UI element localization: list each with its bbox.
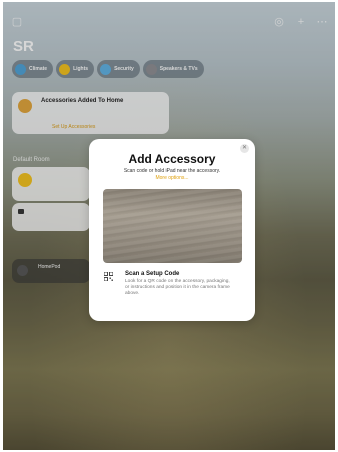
sheet-subtitle: Scan code or hold iPad near the accessor… <box>123 168 221 174</box>
camera-viewfinder <box>103 189 242 263</box>
qrcode-icon <box>104 272 113 281</box>
sheet-title: Add Accessory <box>128 152 216 166</box>
add-accessory-sheet: ✕ Add Accessory Scan code or hold iPad n… <box>89 139 255 321</box>
home-app-background: ▢ ◎ + ⋯ SR Climate Lights Security Speak… <box>3 2 335 450</box>
scan-code-instructions: Look for a QR code on the accessory, pac… <box>125 279 230 296</box>
more-options-link[interactable]: More options... <box>89 175 255 181</box>
scan-code-title: Scan a Setup Code <box>125 271 180 277</box>
